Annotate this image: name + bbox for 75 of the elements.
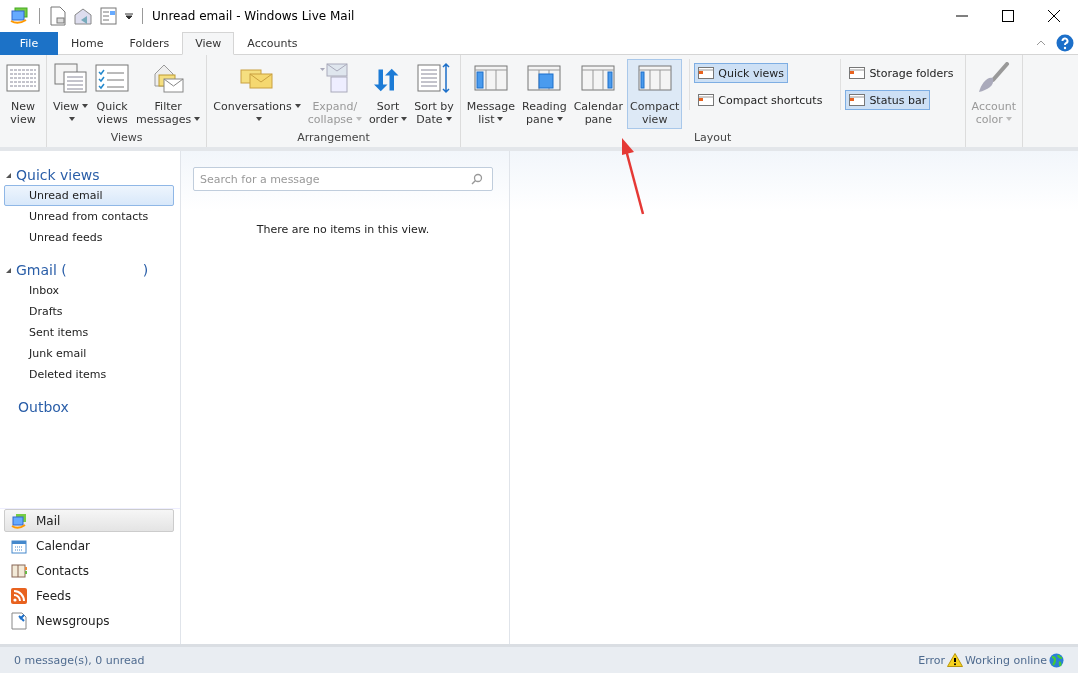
ribbon-button[interactable]: Message list (463, 59, 518, 129)
layout-toggle[interactable]: Storage folders (845, 63, 958, 83)
ribbon-button[interactable]: View (50, 59, 92, 129)
folder-item[interactable]: Unread email (4, 185, 174, 206)
brush-icon (976, 62, 1011, 94)
caret-icon[interactable] (125, 12, 133, 20)
pane-layout-icon (698, 66, 715, 80)
folder-item[interactable]: Sent items (4, 322, 174, 343)
address-book-icon (11, 562, 27, 579)
ribbon-button[interactable]: Compact view (627, 59, 683, 129)
new-document-icon[interactable] (49, 6, 67, 26)
pane-layout-icon (581, 62, 616, 94)
module-item[interactable]: Feeds (4, 584, 174, 607)
layout-toggle[interactable]: Quick views (694, 63, 788, 83)
close-icon[interactable] (1048, 10, 1060, 22)
folder-item[interactable]: Junk email (4, 343, 174, 364)
group-label: Views (109, 131, 144, 146)
folder-group-header[interactable]: Gmail ( ) (0, 260, 180, 280)
pane-layout-icon (637, 62, 672, 94)
pane-layout-icon (698, 93, 715, 107)
list-with-arrow-icon (417, 62, 451, 94)
folder-item[interactable]: Deleted items (4, 364, 174, 385)
envelope-icon[interactable] (73, 7, 93, 25)
ribbon-button[interactable]: Quick views (92, 59, 133, 129)
ribbon-tab[interactable]: Accounts (234, 32, 311, 55)
pane-layout-icon (849, 93, 866, 107)
pane-layout-icon (473, 62, 508, 94)
outbox-folder[interactable]: Outbox (0, 397, 180, 417)
ribbon-button[interactable]: Filter messages (133, 59, 204, 129)
pane-layout-icon (527, 62, 562, 94)
help-icon[interactable] (1056, 34, 1074, 52)
folder-item[interactable]: Unread feeds (4, 227, 174, 248)
module-item[interactable]: Calendar (4, 534, 174, 557)
ribbon-tab[interactable]: Home (58, 32, 117, 55)
ribbon-tab[interactable]: File (0, 32, 58, 55)
module-item[interactable]: Contacts (4, 559, 174, 582)
window-title: Unread email - Windows Live Mail (152, 9, 355, 23)
mail-icon (11, 512, 27, 529)
status-error: Error (918, 653, 946, 667)
folder-item[interactable]: Unread from contacts (4, 206, 174, 227)
search-icon[interactable] (471, 173, 483, 185)
ribbon-button[interactable]: New view (3, 59, 43, 129)
connection-status: Working online (965, 653, 1047, 667)
ribbon-tab[interactable]: Folders (116, 32, 183, 55)
pinned-page-icon (11, 611, 27, 630)
ribbon-button[interactable]: Sort by Date (411, 59, 457, 129)
empty-list-message: There are no items in this view. (255, 223, 431, 236)
layout-toggle[interactable]: Status bar (845, 90, 931, 110)
group-label: Layout (692, 131, 733, 146)
stacked-lists-icon (53, 62, 88, 94)
ribbon-button[interactable]: Sort order (365, 59, 411, 129)
list-grid-icon (6, 62, 40, 94)
collapse-ribbon-icon[interactable] (1036, 40, 1046, 46)
layout-toggle[interactable]: Compact shortcuts (694, 90, 827, 110)
maximize-icon[interactable] (1002, 10, 1014, 22)
folder-item[interactable]: Drafts (4, 301, 174, 322)
folder-item[interactable]: Inbox (4, 280, 174, 301)
pane-layout-icon (849, 66, 866, 80)
status-summary: 0 message(s), 0 unread (14, 653, 145, 667)
ribbon-button[interactable]: Reading pane (519, 59, 570, 129)
ribbon-tab[interactable]: View (182, 32, 235, 55)
checklist-icon (95, 62, 130, 94)
ribbon-button[interactable]: Calendar pane (570, 59, 627, 129)
globe-icon (1049, 652, 1064, 668)
warning-icon (947, 653, 964, 667)
module-item[interactable]: Newsgroups (4, 609, 174, 632)
search-field[interactable]: Search for a message (193, 167, 493, 191)
ribbon-button[interactable]: Conversations (210, 59, 304, 129)
folder-group-header[interactable]: Quick views (0, 165, 180, 185)
app-icon (10, 7, 30, 25)
envelopes-icon (151, 62, 186, 94)
module-item[interactable]: Mail (4, 509, 174, 532)
group-label: Arrangement (296, 131, 371, 146)
rss-icon (11, 587, 27, 604)
calendar-icon (11, 537, 27, 554)
